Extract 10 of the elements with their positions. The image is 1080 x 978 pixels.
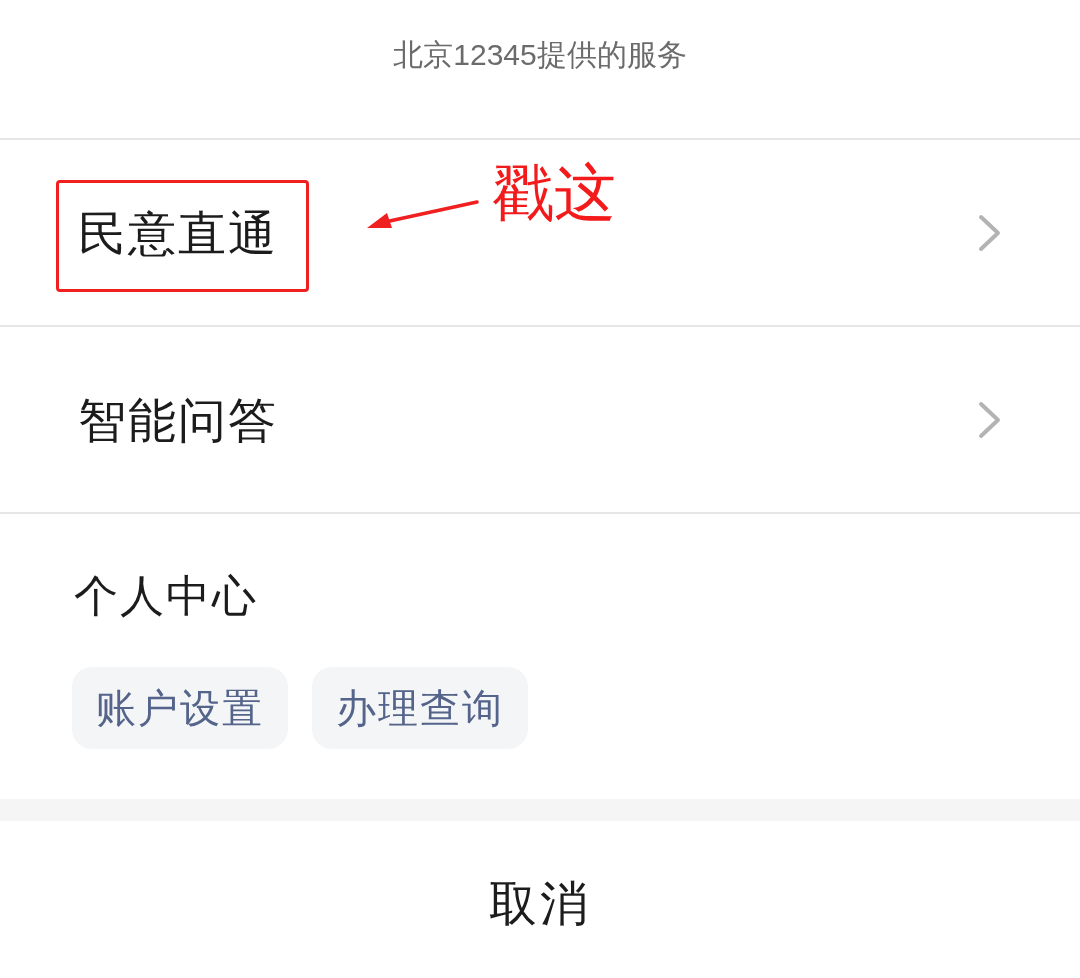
chevron-right-icon bbox=[978, 400, 1002, 439]
annotation-label: 戳这 bbox=[492, 157, 616, 229]
menu-item-label[interactable]: 智能问答 bbox=[78, 389, 278, 450]
sheet-title: 北京12345提供的服务 bbox=[393, 37, 687, 73]
menu-item-label[interactable]: 民意直通 bbox=[78, 202, 278, 263]
section-title: 个人中心 bbox=[74, 569, 258, 623]
chevron-right-icon bbox=[978, 213, 1002, 252]
shortcut-button[interactable]: 办理查询 bbox=[312, 667, 528, 749]
cancel-button[interactable]: 取消 bbox=[489, 872, 591, 933]
shortcut-button[interactable]: 账户设置 bbox=[72, 667, 288, 749]
